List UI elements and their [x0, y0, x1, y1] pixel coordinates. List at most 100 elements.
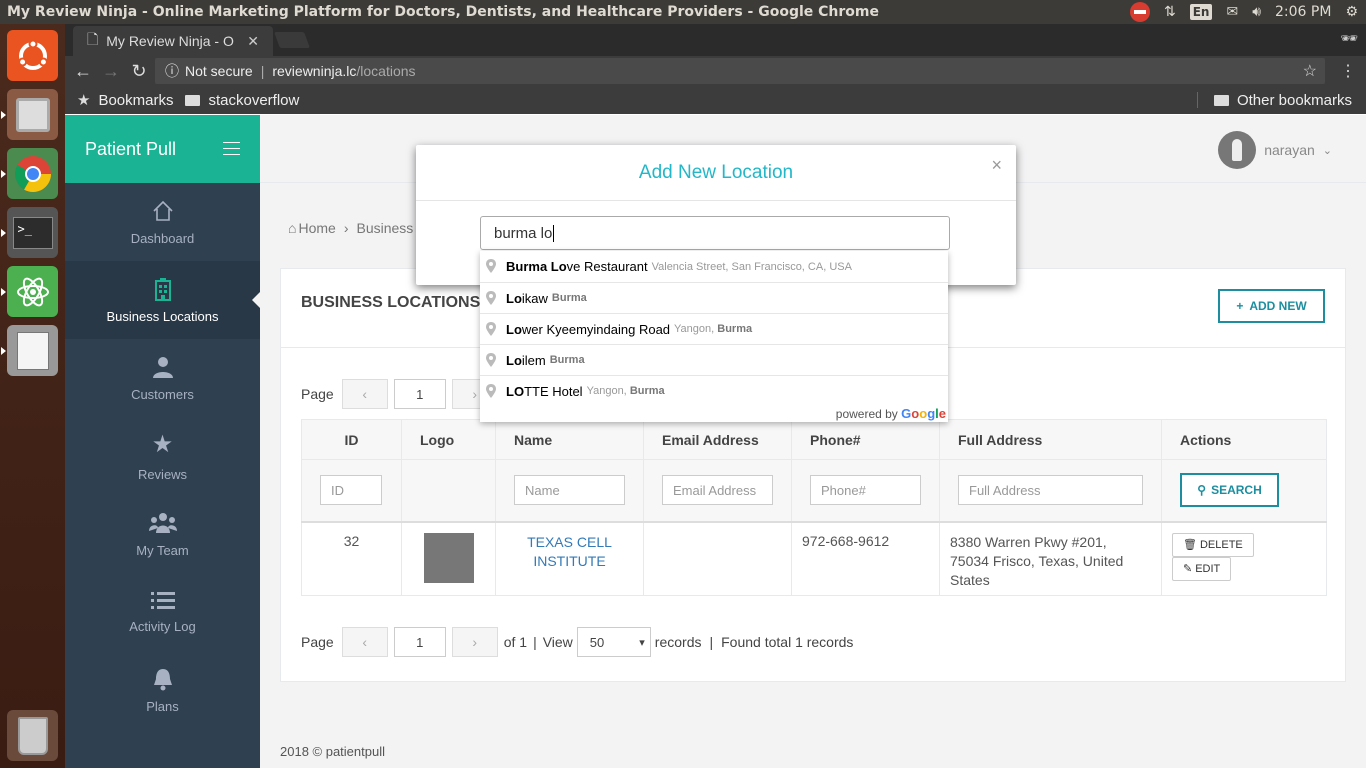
address-bar[interactable]: ⓘ Not secure | reviewninja.lc/locations …: [155, 58, 1325, 84]
next-page-button[interactable]: ›: [451, 627, 498, 657]
records-found: Found total 1 records: [721, 634, 854, 650]
delete-button[interactable]: 🗑︎ DELETE: [1172, 532, 1254, 557]
files-icon[interactable]: [1, 89, 58, 140]
bookmark-star-icon[interactable]: ☆: [1303, 61, 1317, 81]
reload-icon[interactable]: ↻: [125, 61, 153, 82]
id-filter-input[interactable]: ID: [320, 475, 382, 506]
user-menu[interactable]: narayan ⌄: [1218, 131, 1332, 169]
location-search-input[interactable]: burma lo: [480, 216, 950, 250]
avatar: [1218, 131, 1257, 169]
close-icon[interactable]: ×: [991, 155, 1002, 176]
other-bookmarks[interactable]: Other bookmarks: [1213, 92, 1352, 109]
name-filter-input[interactable]: Name: [514, 475, 625, 506]
list-icon: [150, 591, 175, 609]
user-icon: [152, 356, 173, 378]
sidebar-item-reviews[interactable]: ★ Reviews: [65, 417, 260, 495]
url-host: reviewninja.lc: [272, 63, 357, 79]
browser-tab[interactable]: 🗋︎ My Review Ninja - O ✕: [73, 26, 273, 56]
brand-header: Patient Pull: [65, 115, 260, 183]
autocomplete-item[interactable]: Lo wer Kyeemyindaing Road Yangon, Burma: [480, 313, 948, 344]
forward-arrow-icon[interactable]: →: [97, 61, 125, 82]
powered-by-google: powered by Google: [835, 406, 946, 421]
keyboard-layout[interactable]: En: [1189, 4, 1213, 20]
autocomplete-item[interactable]: Lo ilem Burma: [480, 344, 948, 375]
add-new-button[interactable]: + ADD NEW: [1218, 289, 1325, 323]
trash-icon[interactable]: [7, 710, 58, 761]
col-id[interactable]: ID: [301, 419, 402, 460]
tab-close-icon[interactable]: ✕: [247, 33, 259, 50]
terminal-icon[interactable]: >_: [1, 207, 58, 258]
sidebar-item-my-team[interactable]: My Team: [65, 495, 260, 573]
new-tab-button[interactable]: [274, 32, 310, 48]
breadcrumb-current: Business: [356, 220, 414, 236]
col-address[interactable]: Full Address: [939, 419, 1162, 460]
text-editor-icon[interactable]: [1, 325, 58, 376]
col-phone[interactable]: Phone#: [791, 419, 940, 460]
clock[interactable]: 2:06 PM: [1275, 4, 1331, 20]
location-name-link[interactable]: TEXAS CELL INSTITUTE: [496, 533, 643, 571]
team-icon: [148, 512, 177, 533]
page-size-select[interactable]: 50: [576, 627, 651, 657]
page-input[interactable]: 1: [393, 379, 446, 409]
cell-address: 8380 Warren Pkwy #201, 75034 Frisco, Tex…: [939, 521, 1162, 596]
menu-toggle-icon[interactable]: [223, 142, 240, 160]
username: narayan: [1264, 142, 1315, 158]
pager-bottom: Page ‹ 1 › of 1 | View 50 records | Foun…: [301, 627, 853, 657]
app-sidebar: Patient Pull Dashboard Business Location…: [65, 115, 260, 768]
brand-name[interactable]: Patient Pull: [85, 139, 176, 160]
network-icon[interactable]: ⇅: [1164, 4, 1176, 20]
ubuntu-dash-icon[interactable]: [7, 30, 58, 81]
edit-icon: ✎: [1183, 563, 1193, 575]
cell-id: 32: [301, 521, 402, 596]
sidebar-item-activity-log[interactable]: Activity Log: [65, 573, 260, 651]
browser-menu-icon[interactable]: ⋮: [1340, 61, 1356, 81]
page-input[interactable]: 1: [393, 627, 446, 657]
settings-gear-icon[interactable]: ⚙: [1345, 4, 1358, 20]
sidebar-item-business-locations[interactable]: Business Locations: [65, 261, 260, 339]
address-filter-input[interactable]: Full Address: [958, 475, 1143, 506]
panel-title: BUSINESS LOCATIONS: [301, 294, 481, 311]
autocomplete-item[interactable]: Lo ikaw Burma: [480, 282, 948, 313]
map-pin-icon: [486, 259, 496, 273]
phone-filter-input[interactable]: Phone#: [810, 475, 921, 506]
prev-page-button[interactable]: ‹: [341, 379, 388, 409]
sidebar-item-customers[interactable]: Customers: [65, 339, 260, 417]
cell-phone: 972-668-9612: [791, 521, 940, 596]
edit-button[interactable]: ✎ EDIT: [1172, 556, 1232, 581]
chevron-down-icon: ⌄: [1322, 144, 1332, 157]
back-arrow-icon[interactable]: ←: [69, 61, 97, 82]
modal-header: Add New Location ×: [416, 145, 1016, 201]
mail-icon[interactable]: ✉: [1226, 4, 1238, 20]
bookmark-stackoverflow[interactable]: stackoverflow: [185, 92, 299, 109]
ubuntu-launcher: >_: [0, 24, 65, 768]
atom-icon[interactable]: [1, 266, 58, 317]
browser-tab-strip: 🗋︎ My Review Ninja - O ✕ 🕶︎: [65, 24, 1366, 56]
trash-icon: 🗑︎: [1183, 539, 1197, 551]
search-button[interactable]: ⚲ SEARCH: [1180, 473, 1279, 508]
no-entry-icon[interactable]: [1129, 2, 1150, 22]
star-icon: ★: [77, 92, 91, 109]
col-email[interactable]: Email Address: [643, 419, 792, 460]
prev-page-button[interactable]: ‹: [341, 627, 388, 657]
star-icon: ★: [151, 431, 174, 458]
email-filter-input[interactable]: Email Address: [662, 475, 773, 506]
filter-row: ID Name Email Address Phone# Full Addres…: [301, 459, 1327, 523]
autocomplete-dropdown: Burma Lo ve Restaurant Valencia Street, S…: [480, 251, 948, 422]
incognito-icon: 🕶︎: [1340, 30, 1358, 46]
autocomplete-item[interactable]: Burma Lo ve Restaurant Valencia Street, S…: [480, 251, 948, 282]
sidebar-item-dashboard[interactable]: Dashboard: [65, 183, 260, 261]
sidebar-item-plans[interactable]: Plans: [65, 651, 260, 729]
chrome-icon[interactable]: [1, 148, 58, 199]
autocomplete-item[interactable]: LO TTE Hotel Yangon, Burma: [480, 375, 948, 406]
col-name[interactable]: Name: [495, 419, 644, 460]
home-icon: [152, 200, 173, 221]
folder-icon: [185, 94, 201, 106]
breadcrumb: ⌂ Home › Business: [288, 220, 414, 236]
footer-copyright: 2018 © patientpull: [280, 744, 385, 759]
bookmarks-button[interactable]: ★ Bookmarks: [77, 91, 173, 110]
volume-icon[interactable]: 🔊︎: [1252, 4, 1261, 20]
info-icon[interactable]: ⓘ: [165, 61, 179, 81]
browser-toolbar: ← → ↻ ⓘ Not secure | reviewninja.lc/loca…: [65, 56, 1366, 86]
map-pin-icon: [486, 322, 496, 336]
breadcrumb-home[interactable]: Home: [298, 220, 335, 236]
